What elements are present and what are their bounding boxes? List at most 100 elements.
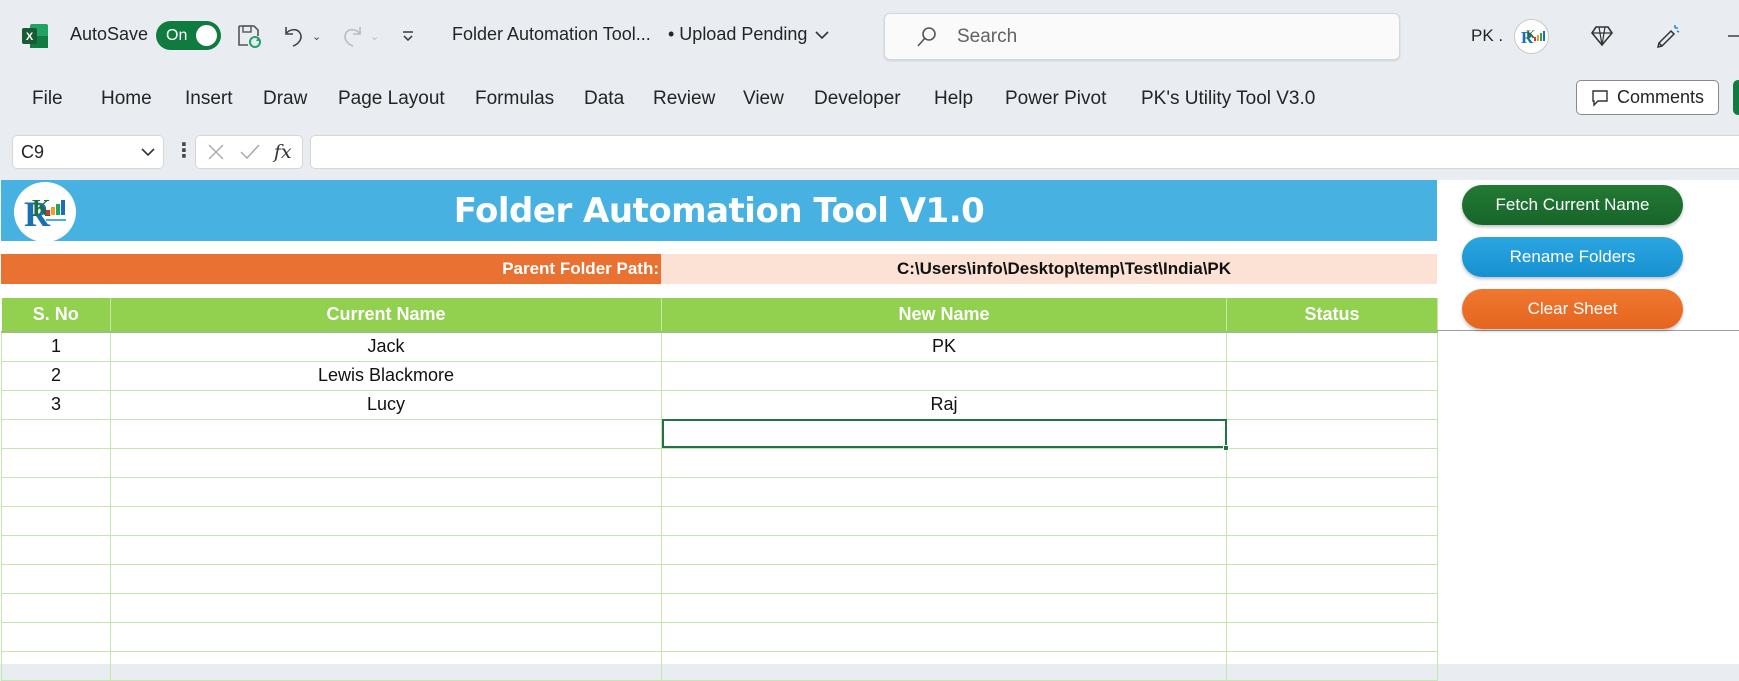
new-name-cell[interactable] bbox=[661, 505, 1227, 536]
table-header-row: S. No Current Name New Name Status bbox=[1, 298, 1438, 333]
sno-cell[interactable] bbox=[1, 447, 111, 478]
fetch-current-name-button[interactable]: Fetch Current Name bbox=[1462, 185, 1683, 225]
minimize-icon[interactable] bbox=[1728, 20, 1739, 52]
tab-view[interactable]: View bbox=[743, 88, 784, 110]
customize-quick-access-icon[interactable] bbox=[400, 20, 416, 52]
tab-review[interactable]: Review bbox=[653, 88, 715, 110]
insert-function-icon[interactable]: fx bbox=[274, 141, 292, 163]
sno-cell[interactable] bbox=[1, 621, 111, 652]
new-name-cell[interactable] bbox=[661, 592, 1227, 623]
undo-icon[interactable] bbox=[280, 20, 308, 52]
diamond-icon[interactable] bbox=[1590, 20, 1614, 52]
cancel-icon[interactable] bbox=[206, 142, 226, 162]
sno-cell[interactable] bbox=[1, 505, 111, 536]
clear-sheet-button[interactable]: Clear Sheet bbox=[1462, 289, 1683, 329]
excel-icon[interactable]: X bbox=[22, 24, 48, 48]
sno-cell[interactable] bbox=[1, 418, 111, 449]
current-name-cell[interactable] bbox=[110, 650, 662, 681]
new-name-cell[interactable] bbox=[661, 534, 1227, 565]
column-header-new-name[interactable]: New Name bbox=[661, 298, 1227, 333]
current-name-cell[interactable] bbox=[110, 476, 662, 507]
tab-draw[interactable]: Draw bbox=[263, 88, 307, 110]
sno-cell[interactable]: 3 bbox=[1, 389, 111, 420]
tab-page-layout[interactable]: Page Layout bbox=[338, 88, 445, 110]
status-cell[interactable] bbox=[1226, 418, 1438, 449]
parent-folder-path-value[interactable]: C:\Users\info\Desktop\temp\Test\India\PK bbox=[661, 254, 1437, 284]
autosave-toggle[interactable]: On bbox=[156, 21, 221, 50]
table-row bbox=[1, 447, 1438, 478]
column-header-status[interactable]: Status bbox=[1226, 298, 1438, 333]
current-name-cell[interactable]: Lewis Blackmore bbox=[110, 360, 662, 391]
sno-cell[interactable] bbox=[1, 563, 111, 594]
status-cell[interactable] bbox=[1226, 476, 1438, 507]
status-cell[interactable] bbox=[1226, 389, 1438, 420]
enter-check-icon[interactable] bbox=[239, 142, 261, 162]
current-name-cell[interactable] bbox=[110, 534, 662, 565]
tab-data[interactable]: Data bbox=[584, 88, 624, 110]
status-cell[interactable] bbox=[1226, 505, 1438, 536]
logo: RK bbox=[14, 182, 76, 242]
status-cell[interactable] bbox=[1226, 563, 1438, 594]
new-name-cell[interactable]: PK bbox=[661, 331, 1227, 362]
rename-folders-button[interactable]: Rename Folders bbox=[1462, 237, 1683, 277]
tab-developer[interactable]: Developer bbox=[814, 88, 901, 110]
sheet-title: Folder Automation Tool V1.0 bbox=[453, 190, 985, 231]
upload-status[interactable]: • Upload Pending bbox=[668, 24, 829, 45]
status-cell[interactable] bbox=[1226, 650, 1438, 681]
status-cell[interactable] bbox=[1226, 621, 1438, 652]
avatar[interactable]: RK bbox=[1514, 19, 1549, 54]
tab-file[interactable]: File bbox=[32, 88, 63, 110]
new-name-cell[interactable] bbox=[661, 476, 1227, 507]
sno-cell[interactable] bbox=[1, 650, 111, 681]
tab-insert[interactable]: Insert bbox=[185, 88, 233, 110]
name-box[interactable]: C9 bbox=[12, 135, 164, 169]
sno-cell[interactable] bbox=[1, 534, 111, 565]
new-name-cell[interactable] bbox=[661, 650, 1227, 681]
current-name-cell[interactable] bbox=[110, 621, 662, 652]
tab-home[interactable]: Home bbox=[101, 88, 152, 110]
folder-table: S. No Current Name New Name Status 1 Jack… bbox=[1, 298, 1438, 681]
sno-cell[interactable] bbox=[1, 592, 111, 623]
sno-cell[interactable]: 1 bbox=[1, 331, 111, 362]
status-cell[interactable] bbox=[1226, 331, 1438, 362]
coauthoring-icon[interactable] bbox=[1655, 20, 1681, 52]
redo-dropdown-icon[interactable]: ⌄ bbox=[370, 20, 379, 52]
table-row bbox=[1, 476, 1438, 507]
undo-dropdown-icon[interactable]: ⌄ bbox=[312, 20, 321, 52]
current-name-cell[interactable]: Jack bbox=[110, 331, 662, 362]
new-name-cell[interactable] bbox=[661, 447, 1227, 478]
new-name-cell[interactable] bbox=[661, 360, 1227, 391]
sno-cell[interactable]: 2 bbox=[1, 360, 111, 391]
new-name-cell[interactable] bbox=[661, 621, 1227, 652]
comments-button[interactable]: Comments bbox=[1576, 80, 1719, 115]
save-sync-icon[interactable] bbox=[236, 20, 262, 52]
current-name-cell[interactable] bbox=[110, 447, 662, 478]
new-name-cell[interactable]: Raj bbox=[661, 389, 1227, 420]
tab-help[interactable]: Help bbox=[934, 88, 973, 110]
fill-handle[interactable] bbox=[1223, 444, 1229, 451]
new-name-cell[interactable] bbox=[661, 563, 1227, 594]
tab-formulas[interactable]: Formulas bbox=[475, 88, 554, 110]
selected-cell[interactable] bbox=[661, 418, 1229, 451]
current-name-cell[interactable] bbox=[110, 563, 662, 594]
search-box[interactable]: Search bbox=[884, 13, 1400, 60]
current-name-cell[interactable] bbox=[110, 505, 662, 536]
column-header-current-name[interactable]: Current Name bbox=[110, 298, 662, 333]
status-cell[interactable] bbox=[1226, 447, 1438, 478]
redo-icon[interactable] bbox=[338, 20, 366, 52]
status-cell[interactable] bbox=[1226, 534, 1438, 565]
share-button[interactable] bbox=[1733, 80, 1739, 115]
tab-power-pivot[interactable]: Power Pivot bbox=[1005, 88, 1106, 110]
chevron-down-icon[interactable] bbox=[141, 147, 155, 157]
current-name-cell[interactable]: Lucy bbox=[110, 389, 662, 420]
status-cell[interactable] bbox=[1226, 592, 1438, 623]
status-cell[interactable] bbox=[1226, 360, 1438, 391]
document-title[interactable]: Folder Automation Tool... bbox=[452, 24, 651, 45]
column-header-sno[interactable]: S. No bbox=[1, 298, 111, 333]
current-name-cell[interactable] bbox=[110, 418, 662, 449]
formula-input[interactable] bbox=[310, 135, 1739, 169]
tab-pk-utility-tool[interactable]: PK's Utility Tool V3.0 bbox=[1141, 88, 1315, 110]
current-name-cell[interactable] bbox=[110, 592, 662, 623]
more-options-icon[interactable]: ⋮ bbox=[174, 138, 194, 163]
sno-cell[interactable] bbox=[1, 476, 111, 507]
